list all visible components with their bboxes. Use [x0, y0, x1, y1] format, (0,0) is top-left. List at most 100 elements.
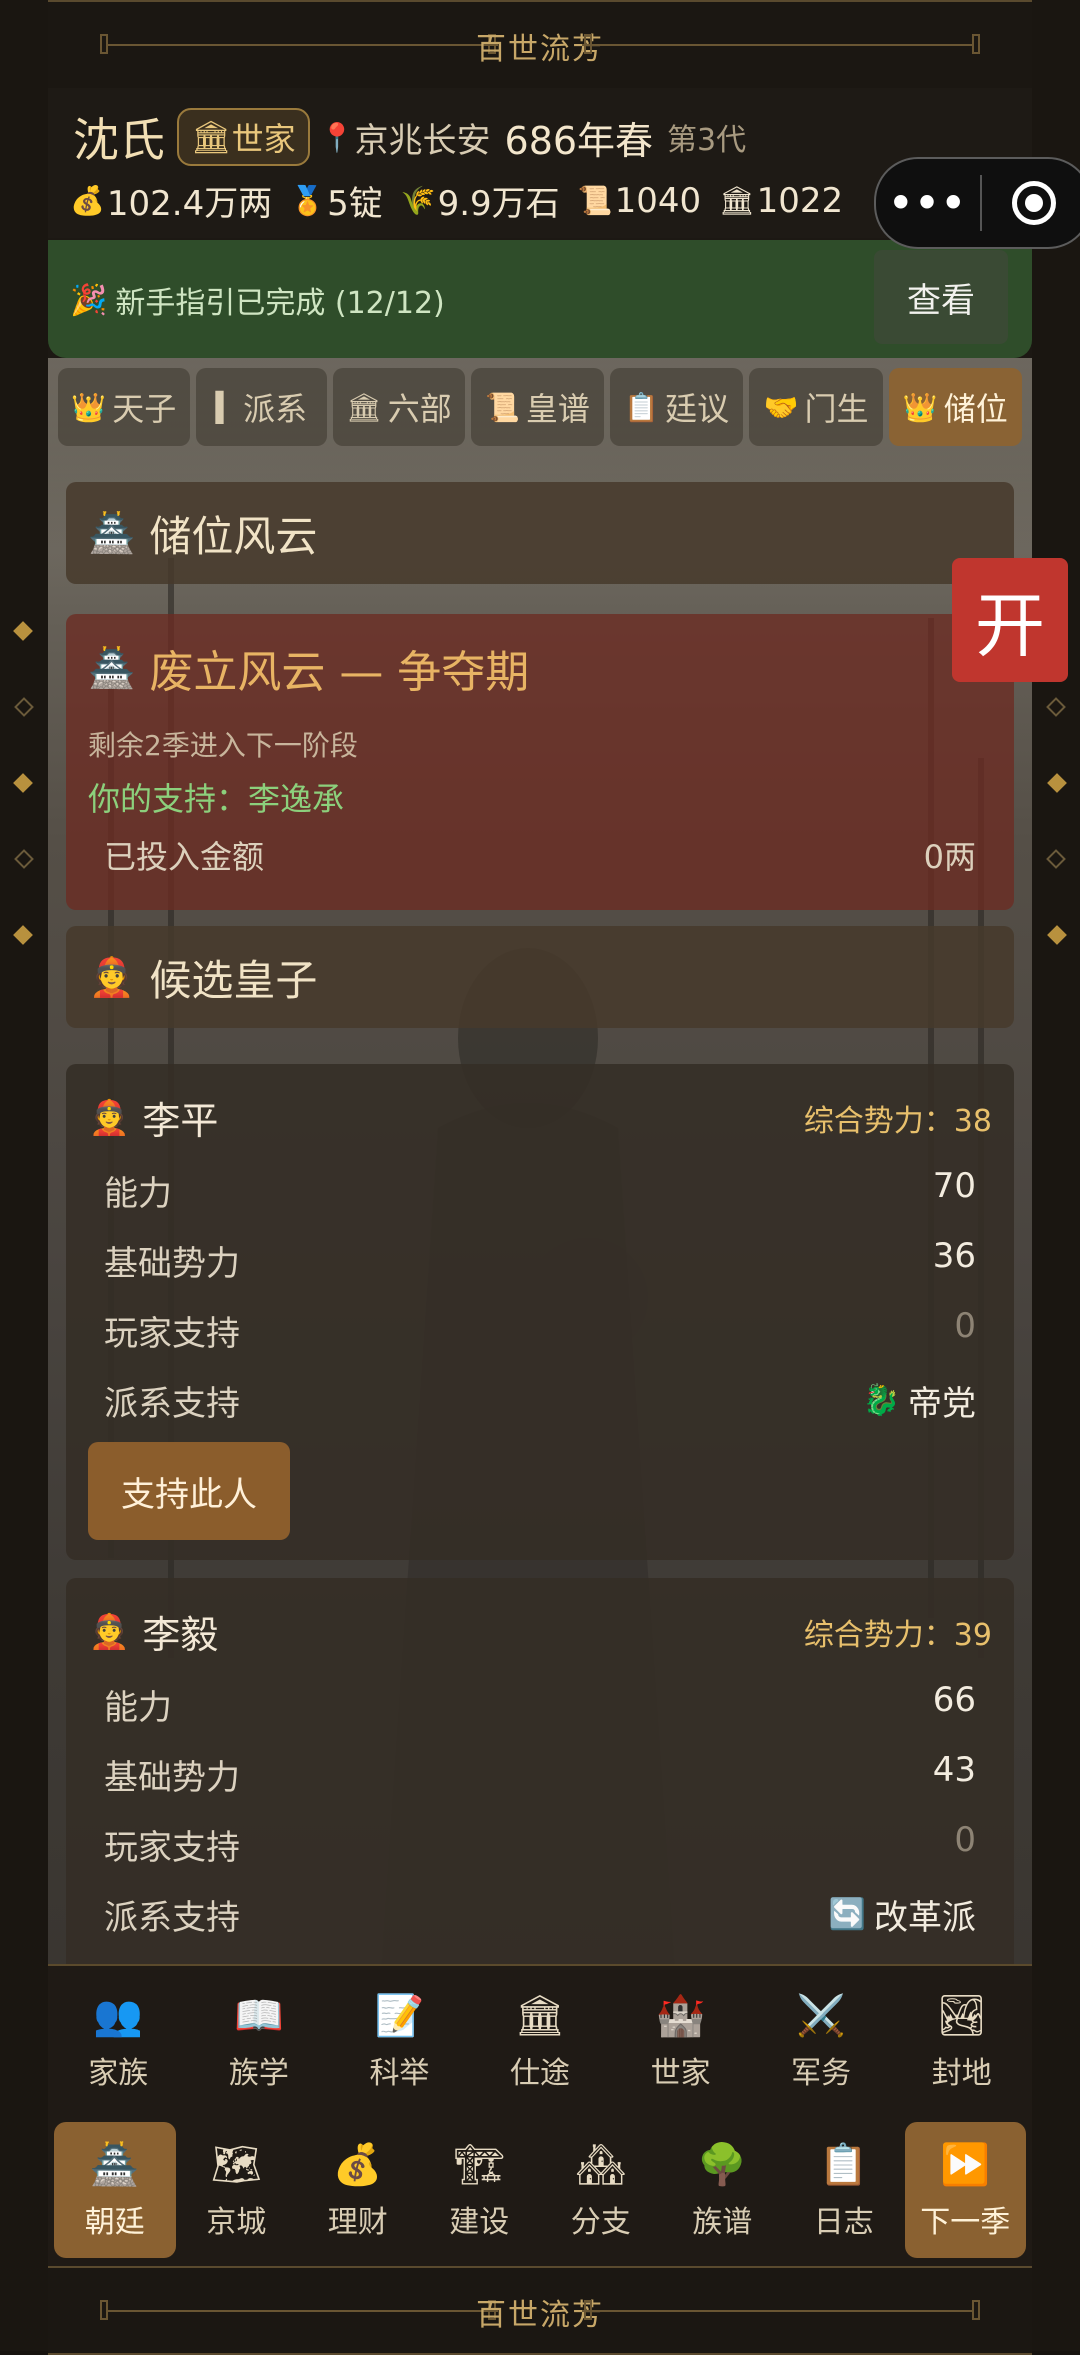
tab-disciples[interactable]: 🤝 门生 [749, 368, 883, 446]
diamond-ornament-icon [1047, 925, 1067, 945]
tab-label: 门生 [804, 390, 869, 428]
pillar-building-icon: 🏛 [191, 118, 232, 156]
pagoda-icon: 🏯 [88, 510, 136, 555]
candidate-card: 👲 李毅 综合势力：39 能力 66 基础势力 43 玩家支持 0 派系支持 🔄 改革派 [66, 1578, 1014, 1964]
nav-finance[interactable]: 💰 理财 [297, 2122, 419, 2258]
tab-factions[interactable]: ▍ 派系 [195, 368, 328, 446]
right-decor-rail [1030, 0, 1080, 2351]
succession-contest-card: 🏯 废立风云 — 争夺期 剩余2季进入下一阶段 你的支持：李逸承 已投入金额 0… [66, 614, 1014, 910]
stat-row: 能力 66 [104, 1680, 976, 1729]
castle-icon: 🏰 [655, 1993, 706, 2039]
stat-value: 43 [932, 1750, 976, 1790]
court-scene: 👑 天子 ▍ 派系 🏛 六部 📜 皇谱 📋 廷议 🤝 门生 👑 储位 🏯 储位风云 🏯 废立风… [48, 358, 1032, 1964]
total-power: 综合势力：38 [803, 1104, 992, 1139]
clipboard-icon: 📋 [624, 390, 660, 424]
succession-header: 🏯 储位风云 [66, 482, 1014, 584]
prince-name: 李平 [142, 1099, 219, 1143]
tab-court-debate[interactable]: 📋 廷议 [610, 368, 744, 446]
map-icon: 🗺 [210, 2142, 262, 2188]
family-name: 沈氏 [73, 113, 165, 167]
nav-construction[interactable]: 🏗 建设 [419, 2122, 541, 2258]
next-season-button[interactable]: ⏩ 下一季 [904, 2122, 1026, 2258]
diamond-outline-icon [14, 849, 34, 869]
nav-capital[interactable]: 🗺 京城 [176, 2122, 298, 2258]
miniprogram-capsule: ••• [874, 157, 1080, 249]
diamond-outline-icon [1046, 849, 1066, 869]
resource-value: 1022 [756, 180, 844, 221]
people-icon: 👥 [93, 1993, 144, 2039]
nav-label: 家族 [88, 2056, 149, 2091]
stat-value: 0 [954, 1820, 976, 1860]
tab-royal-genealogy[interactable]: 📜 皇谱 [470, 368, 605, 446]
faction-name: 帝党 [908, 1384, 976, 1424]
nav-label: 族谱 [692, 2205, 753, 2240]
nav-label: 军务 [791, 2056, 852, 2091]
clipboard-icon: 📋 [818, 2142, 869, 2188]
stat-row: 派系支持 🔄 改革派 [104, 1890, 976, 1939]
tab-label: 天子 [112, 390, 177, 428]
tab-label: 皇谱 [525, 390, 590, 428]
contest-phase-note: 剩余2季进入下一阶段 [88, 729, 358, 762]
view-guide-button[interactable]: 查看 [874, 250, 1008, 344]
money-bag-icon: 💰 [70, 184, 105, 217]
nav-genealogy[interactable]: 🌳 族谱 [662, 2122, 784, 2258]
diamond-ornament-icon [13, 925, 33, 945]
section-title: 储位风云 [149, 511, 318, 561]
generation: 第3代 [667, 123, 747, 158]
nav-label: 世家 [650, 2056, 711, 2091]
banner-ornament [972, 34, 980, 54]
crossed-swords-icon: ⚔️ [796, 1993, 847, 2039]
tab-emperor[interactable]: 👑 天子 [58, 368, 190, 446]
your-support: 你的支持：李逸承 [88, 780, 345, 818]
rank-badge[interactable]: 🏛 世家 [177, 108, 310, 166]
diamond-ornament-icon [13, 773, 33, 793]
close-miniprogram-icon[interactable] [1012, 181, 1056, 225]
support-candidate-button[interactable]: 支持此人 [88, 1442, 290, 1540]
stat-value: 66 [932, 1680, 976, 1720]
tab-succession[interactable]: 👑 储位 [888, 368, 1022, 446]
landscape-icon: 🏞 [936, 1993, 988, 2039]
floating-open-button[interactable]: 开 [952, 558, 1068, 682]
stat-label: 基础势力 [104, 1758, 240, 1798]
resource-value: 1040 [614, 180, 702, 221]
diamond-ornament-icon [1047, 773, 1067, 793]
invested-label: 已投入金额 [104, 838, 265, 876]
stat-label: 能力 [104, 1174, 172, 1214]
contest-title: 废立风云 — 争夺期 [149, 647, 530, 698]
nav-label: 理财 [327, 2205, 388, 2240]
stat-label: 派系支持 [104, 1384, 240, 1424]
tab-label: 派系 [243, 390, 308, 428]
nav-exam[interactable]: 📝 科举 [329, 1966, 470, 2116]
tab-ministries[interactable]: 🏛 六部 [333, 368, 465, 446]
nav-label: 仕途 [510, 2056, 571, 2091]
houses-icon: 🏘 [575, 2142, 627, 2188]
guide-complete-bar: 🎉 新手指引已完成 (12/12) 查看 [48, 240, 1032, 358]
rank-label: 世家 [231, 120, 296, 158]
resource-silver: 💰 102.4万两 [70, 176, 272, 225]
diamond-ornament-icon [13, 621, 33, 641]
handshake-icon: 🤝 [763, 390, 799, 424]
tab-label: 六部 [387, 390, 452, 428]
medal-icon: 🏅 [290, 184, 326, 217]
refresh-icon: 🔄 [828, 1897, 866, 1932]
nav-career[interactable]: 🏛 仕途 [470, 1966, 611, 2116]
more-menu-icon[interactable]: ••• [876, 181, 980, 225]
faction-name: 改革派 [874, 1898, 976, 1938]
nav-label: 京城 [206, 2205, 267, 2240]
resource-ingot: 🏅 5锭 [290, 176, 383, 225]
nav-branches[interactable]: 🏘 分支 [540, 2122, 662, 2258]
scroll-icon: 📜 [484, 390, 520, 424]
stat-label: 玩家支持 [104, 1314, 240, 1354]
nav-fief[interactable]: 🏞 封地 [891, 1966, 1032, 2116]
crane-icon: 🏗 [453, 2142, 505, 2188]
nav-court[interactable]: 🏯 朝廷 [54, 2122, 176, 2258]
nav-log[interactable]: 📋 日志 [783, 2122, 905, 2258]
nav-clans[interactable]: 🏰 世家 [610, 1966, 751, 2116]
pillar-building-icon: 🏛 [346, 390, 382, 424]
bottom-nav-secondary: 🏯 朝廷 🗺 京城 💰 理财 🏗 建设 🏘 分支 🌳 族谱 📋 日志 ⏩ 下一季 [48, 2114, 1032, 2266]
nav-clan-school[interactable]: 📖 族学 [189, 1966, 330, 2116]
nav-family[interactable]: 👥 家族 [48, 1966, 189, 2116]
nav-military[interactable]: ⚔️ 军务 [751, 1966, 892, 2116]
grain-icon: 🌾 [400, 184, 436, 217]
banner-title: 百世流芳 [476, 32, 604, 67]
